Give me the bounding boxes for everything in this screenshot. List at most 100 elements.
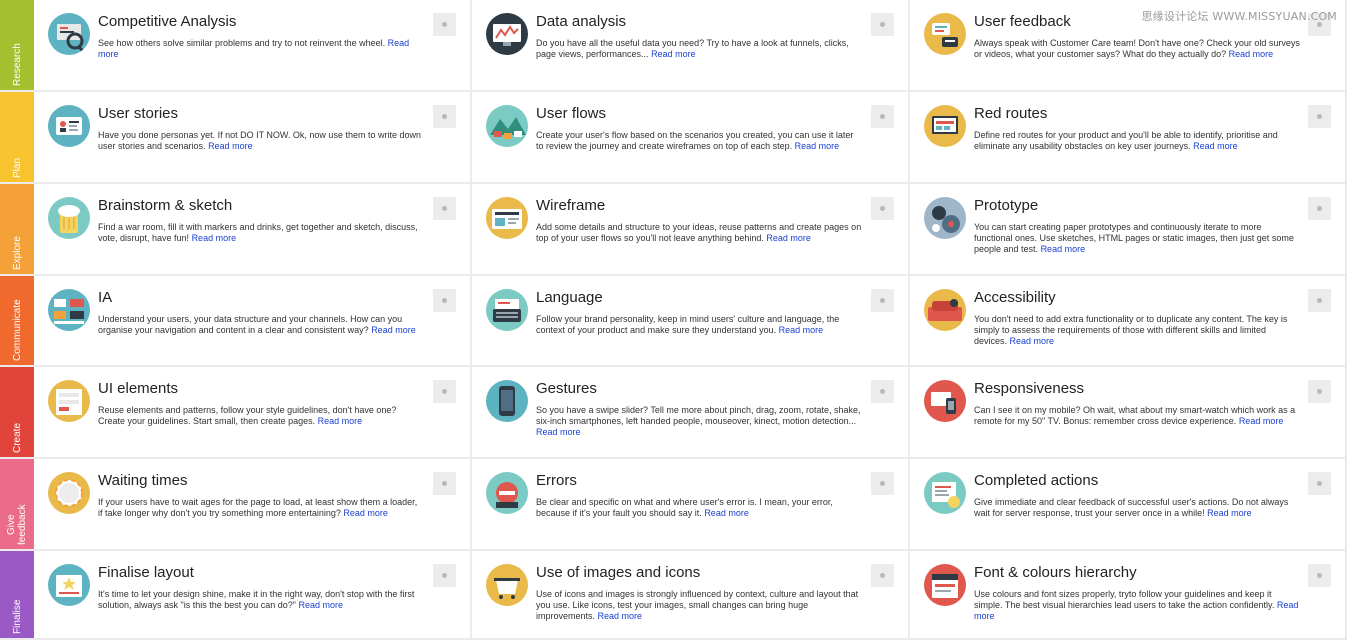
card-text: Use colours and font sizes properly, try… <box>974 589 1277 610</box>
card-title: Brainstorm & sketch <box>98 197 233 214</box>
read-more-link[interactable]: Read more <box>795 141 840 151</box>
user-stories-icon <box>48 105 90 147</box>
pin-toggle-button[interactable] <box>1308 472 1331 495</box>
pin-toggle-button[interactable] <box>433 380 456 403</box>
read-more-link[interactable]: Read more <box>536 427 581 437</box>
stage-band: Give feedback <box>0 459 34 551</box>
method-card: Waiting times If your users have to wait … <box>34 459 472 551</box>
card-description: Have you done personas yet. If not DO IT… <box>98 130 424 152</box>
read-more-link[interactable]: Read more <box>1041 244 1086 254</box>
card-title: User flows <box>536 105 607 122</box>
read-more-link[interactable]: Read more <box>598 611 643 621</box>
card-title: User stories <box>98 105 179 122</box>
pin-toggle-button[interactable] <box>871 472 894 495</box>
stage-label: Finalise <box>12 599 23 634</box>
pin-toggle-button[interactable] <box>433 472 456 495</box>
pin-toggle-button[interactable] <box>871 105 894 128</box>
method-card: User stories Have you done personas yet. … <box>34 92 472 184</box>
competitive-analysis-icon <box>48 13 90 55</box>
pin-toggle-button[interactable] <box>1308 197 1331 220</box>
pin-toggle-button[interactable] <box>433 289 456 312</box>
stage-band: Explore <box>0 184 34 276</box>
pin-toggle-button[interactable] <box>433 13 456 36</box>
read-more-link[interactable]: Read more <box>779 325 824 335</box>
user-flows-icon <box>486 105 528 147</box>
accessibility-icon <box>924 289 966 331</box>
ia-icon <box>48 289 90 331</box>
card-title: UI elements <box>98 380 179 397</box>
read-more-link[interactable]: Read more <box>1229 49 1274 59</box>
stage-label: Plan <box>12 157 23 178</box>
stage-label: Give feedback <box>6 504 28 545</box>
read-more-link[interactable]: Read more <box>651 49 696 59</box>
method-card: Errors Be clear and specific on what and … <box>472 459 910 551</box>
read-more-link[interactable]: Read more <box>371 325 416 335</box>
stage-band: Communicate <box>0 276 34 367</box>
method-card: Brainstorm & sketch Find a war room, fill… <box>34 184 472 276</box>
pin-toggle-button[interactable] <box>871 380 894 403</box>
card-description: Do you have all the useful data you need… <box>536 38 862 60</box>
card-description: If your users have to wait ages for the … <box>98 497 424 519</box>
pin-toggle-button[interactable] <box>871 564 894 587</box>
user-feedback-icon <box>924 13 966 55</box>
card-title: Data analysis <box>536 13 627 30</box>
pin-toggle-button[interactable] <box>1308 564 1331 587</box>
card-text: See how others solve similar problems an… <box>98 38 388 48</box>
pin-toggle-button[interactable] <box>871 289 894 312</box>
method-card: Prototype You can start creating paper pr… <box>910 184 1347 276</box>
card-title: Accessibility <box>974 289 1056 306</box>
pin-toggle-button[interactable] <box>1308 289 1331 312</box>
method-card: Language Follow your brand personality, k… <box>472 276 910 367</box>
read-more-link[interactable]: Read more <box>1207 508 1252 518</box>
read-more-link[interactable]: Read more <box>1010 336 1055 346</box>
read-more-link[interactable]: Read more <box>318 416 363 426</box>
process-row: Communicate IA Understand your users, your… <box>0 276 1347 367</box>
pin-toggle-button[interactable] <box>871 197 894 220</box>
method-card: Completed actions Give immediate and clea… <box>910 459 1347 551</box>
card-description: Use of icons and images is strongly infl… <box>536 589 862 622</box>
read-more-link[interactable]: Read more <box>299 600 344 610</box>
card-text: You can start creating paper prototypes … <box>974 222 1294 254</box>
card-title: Gestures <box>536 380 597 397</box>
pin-toggle-button[interactable] <box>433 197 456 220</box>
read-more-link[interactable]: Read more <box>343 508 388 518</box>
card-description: Be clear and specific on what and where … <box>536 497 862 519</box>
card-description: Can I see it on my mobile? Oh wait, what… <box>974 405 1300 427</box>
card-description: Reuse elements and patterns, follow your… <box>98 405 424 427</box>
card-title: Language <box>536 289 603 306</box>
process-row: Finalise Finalise layout It's time to let … <box>0 551 1347 640</box>
brainstorm-icon <box>48 197 90 239</box>
card-description: You don't need to add extra functionalit… <box>974 314 1300 347</box>
method-card: User flows Create your user's flow based … <box>472 92 910 184</box>
read-more-link[interactable]: Read more <box>192 233 237 243</box>
read-more-link[interactable]: Read more <box>1193 141 1238 151</box>
method-card: Red routes Define red routes for your pro… <box>910 92 1347 184</box>
card-text: Have you done personas yet. If not DO IT… <box>98 130 421 151</box>
stage-label: Create <box>12 422 23 453</box>
stage-label: Communicate <box>12 299 23 361</box>
card-title: Responsiveness <box>974 380 1085 397</box>
card-title: Use of images and icons <box>536 564 701 581</box>
images-icons-icon <box>486 564 528 606</box>
finalise-layout-icon <box>48 564 90 606</box>
read-more-link[interactable]: Read more <box>1239 416 1284 426</box>
wireframe-icon <box>486 197 528 239</box>
card-description: Always speak with Customer Care team! Do… <box>974 38 1300 60</box>
card-title: IA <box>98 289 113 306</box>
read-more-link[interactable]: Read more <box>208 141 253 151</box>
pin-toggle-button[interactable] <box>1308 380 1331 403</box>
card-title: Finalise layout <box>98 564 194 581</box>
card-text: Find a war room, fill it with markers an… <box>98 222 418 243</box>
pin-toggle-button[interactable] <box>433 564 456 587</box>
method-card: Accessibility You don't need to add extra… <box>910 276 1347 367</box>
stage-band: Research <box>0 0 34 92</box>
read-more-link[interactable]: Read more <box>704 508 749 518</box>
pin-toggle-button[interactable] <box>1308 105 1331 128</box>
pin-toggle-button[interactable] <box>871 13 894 36</box>
card-description: Follow your brand personality, keep in m… <box>536 314 862 336</box>
font-colours-icon <box>924 564 966 606</box>
card-title: Red routes <box>974 105 1048 122</box>
read-more-link[interactable]: Read more <box>766 233 811 243</box>
pin-toggle-button[interactable] <box>433 105 456 128</box>
card-text: So you have a swipe slider? Tell me more… <box>536 405 861 426</box>
